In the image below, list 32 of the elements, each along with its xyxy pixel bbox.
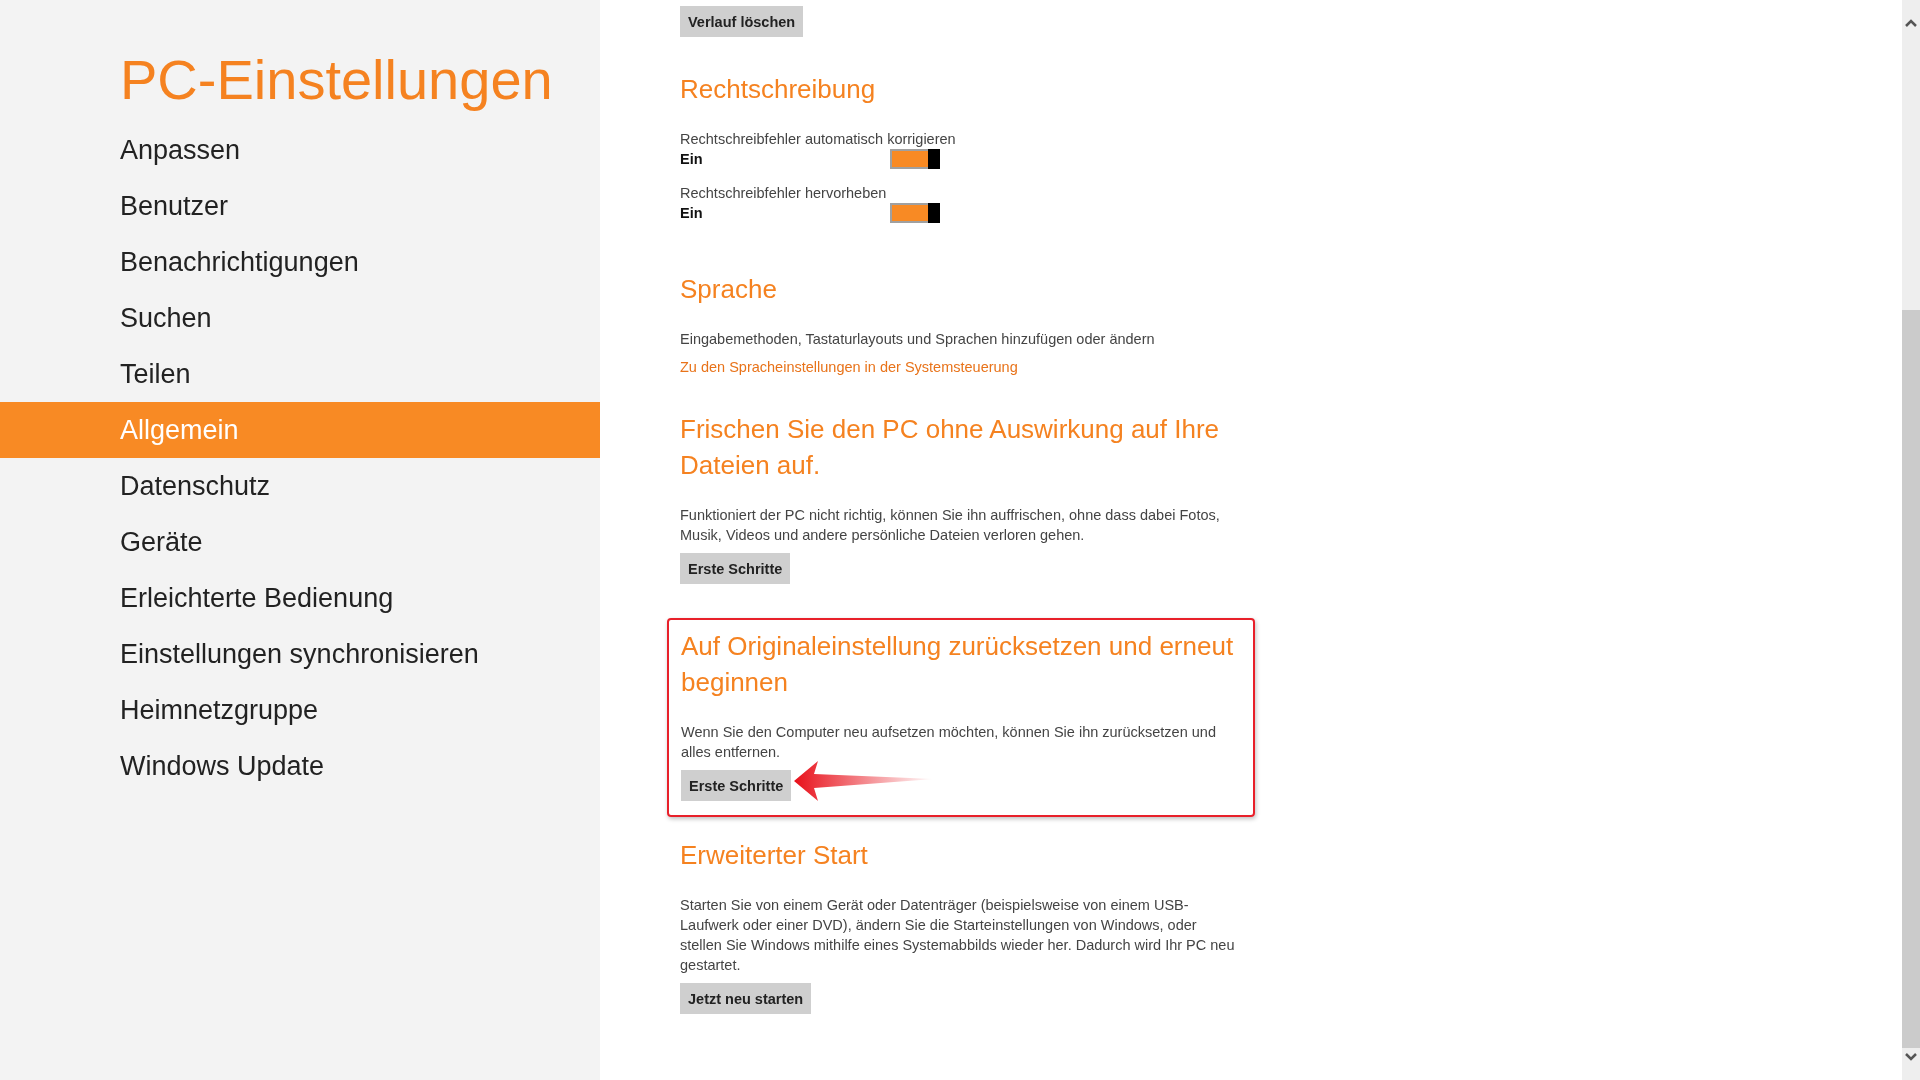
toggle-label: Rechtschreibfehler hervorheben (680, 184, 888, 203)
sidebar-item[interactable]: Anpassen (0, 122, 600, 178)
toggle-switch[interactable] (890, 149, 940, 169)
sidebar-item[interactable]: Windows Update (0, 738, 600, 794)
sidebar-item[interactable]: Heimnetzgruppe (0, 682, 600, 738)
toggle-switch[interactable] (890, 203, 940, 223)
action-button[interactable]: Erste Schritte (681, 770, 792, 801)
page-title: PC-Einstellungen (120, 48, 554, 112)
section-title: Erweiterter Start (680, 839, 869, 872)
section-description: Eingabemethoden, Tastaturlayouts und Sprachen hinzufügen oder ändern (680, 330, 1156, 349)
toggle-state: Ein (680, 151, 703, 167)
sidebar-item[interactable]: Datenschutz (0, 458, 600, 514)
section-title: Sprache (680, 273, 778, 306)
toggle-label: Rechtschreibfehler automatisch korrigieren (680, 130, 957, 149)
sidebar-item[interactable]: Geräte (0, 514, 600, 570)
sidebar-item[interactable]: Erleichterte Bedienung (0, 570, 600, 626)
sidebar-item[interactable]: Benachrichtigungen (0, 234, 600, 290)
toggle-state: Ein (680, 205, 703, 221)
section-description: Wenn Sie den Computer neu aufsetzen möchten, können Sie ihn zurücksetzen und alles entfernen. (681, 723, 1217, 762)
sidebar-item[interactable]: Suchen (0, 290, 600, 346)
sidebar-item[interactable]: Teilen (0, 346, 600, 402)
action-button[interactable]: Jetzt neu starten (680, 983, 812, 1014)
sidebar-item[interactable]: Benutzer (0, 178, 600, 234)
section-title: Frischen Sie den PC ohne Auswirkung auf Ihre Dateien auf. (680, 413, 1221, 482)
section-description: Funktioniert der PC nicht richtig, können Sie ihn auffrischen, ohne dass dabei Fotos, Musik, Videos und andere persönliche Dateien verloren gehen. (680, 506, 1221, 545)
section-title: Rechtschreibung (680, 73, 877, 106)
action-button[interactable]: Erste Schritte (680, 553, 791, 584)
sidebar-item[interactable]: Einstellungen synchronisieren (0, 626, 600, 682)
section-title: Auf Originaleinstellung zurücksetzen und erneut beginnen (681, 630, 1235, 699)
section-description: Starten Sie von einem Gerät oder Datenträger (beispielsweise von einem USB-Laufwerk oder einer DVD), ändern Sie die Starteinstellungen von Windows, oder stellen Sie Windows mithilfe eines Systemabbilds wieder her. Dadurch wird Ihr PC neu gestartet. (680, 896, 1236, 975)
scrollbar[interactable] (1902, 0, 1920, 1080)
action-button[interactable]: Verlauf löschen (680, 6, 804, 37)
